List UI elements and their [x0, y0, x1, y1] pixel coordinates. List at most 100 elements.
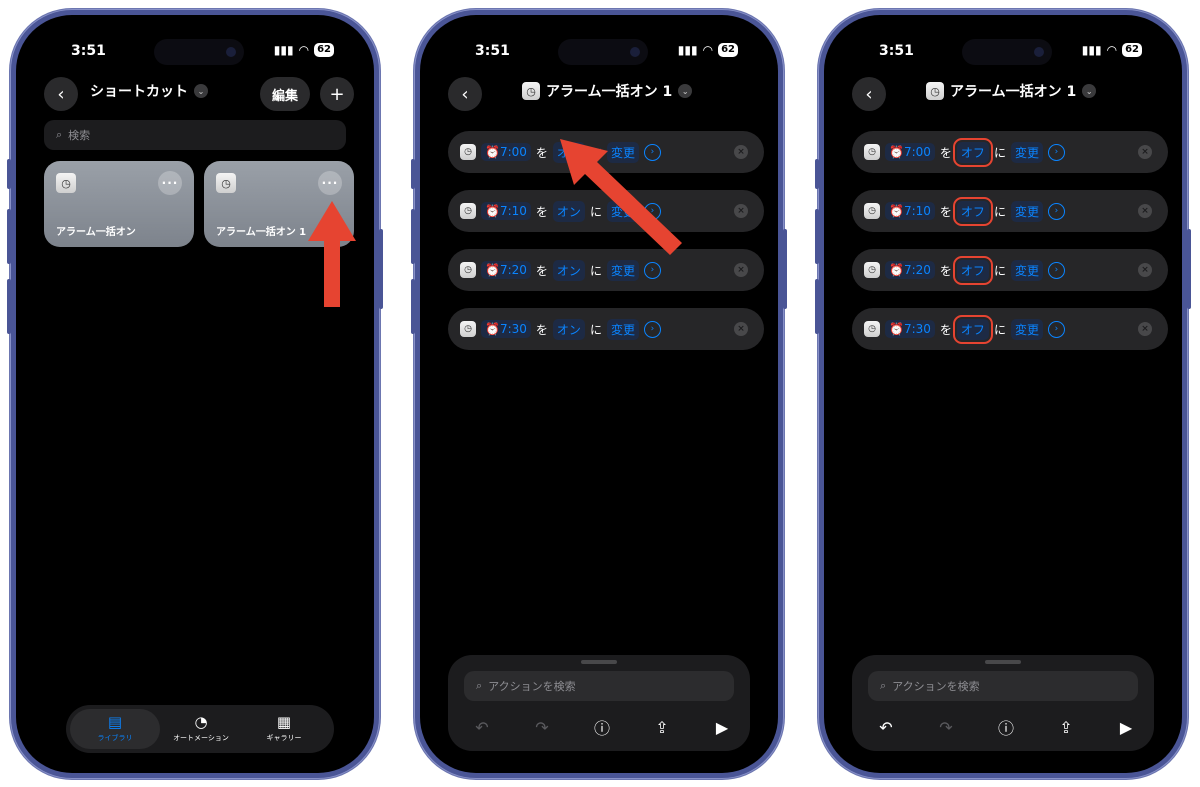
change-token[interactable]: 変更	[1010, 200, 1043, 222]
share-icon[interactable]: ⇪	[648, 713, 676, 741]
alarm-token[interactable]: ⏰7:00	[481, 143, 531, 161]
page-title[interactable]: ショートカット ⌄	[90, 81, 208, 101]
play-icon[interactable]: ▶	[708, 713, 736, 741]
sheet-grabber[interactable]	[581, 660, 617, 664]
alarm-token[interactable]: ⏰7:30	[885, 320, 935, 338]
tab-gallery[interactable]: ▦ ギャラリー	[244, 709, 324, 749]
alarm-token[interactable]: ⏰7:10	[885, 202, 935, 220]
alarm-token[interactable]: ⏰7:10	[481, 202, 531, 220]
change-token[interactable]: 変更	[606, 259, 639, 281]
alarm-icon: ⏰	[889, 322, 904, 336]
change-token[interactable]: 変更	[606, 318, 639, 340]
alarm-icon: ⏰	[485, 263, 500, 277]
state-token[interactable]: オフ	[952, 137, 993, 167]
back-button[interactable]: ‹	[44, 77, 78, 111]
search-input[interactable]: ⌕ 検索	[44, 120, 346, 150]
battery-indicator: 62	[1122, 43, 1142, 57]
signal-icon: ▮▮▮	[677, 43, 698, 57]
info-icon[interactable]: ⓘ	[588, 713, 616, 741]
action-row[interactable]: ◷ ⏰7:20 を オフ に 変更 › ×	[852, 249, 1168, 291]
clock-app-icon: ◷	[460, 262, 476, 278]
back-button[interactable]: ‹	[448, 77, 482, 111]
chevron-left-icon: ‹	[865, 83, 873, 105]
state-token[interactable]: オフ	[952, 255, 993, 285]
sheet-grabber[interactable]	[985, 660, 1021, 664]
alarm-icon: ⏰	[889, 204, 904, 218]
alarm-token[interactable]: ⏰7:30	[481, 320, 531, 338]
state-token[interactable]: オフ	[952, 314, 993, 344]
expand-chevron-icon[interactable]: ›	[643, 320, 661, 338]
change-token[interactable]: 変更	[1010, 141, 1043, 163]
info-icon[interactable]: ⓘ	[992, 713, 1020, 741]
add-button[interactable]: +	[320, 77, 354, 111]
alarm-icon: ⏰	[485, 145, 500, 159]
remove-icon[interactable]: ×	[1138, 263, 1152, 277]
action-search-input[interactable]: ⌕ アクションを検索	[868, 671, 1138, 701]
action-search-input[interactable]: ⌕ アクションを検索	[464, 671, 734, 701]
gallery-grid-icon: ▦	[276, 713, 292, 731]
action-row[interactable]: ◷ ⏰7:30 を オン に 変更 › ×	[448, 308, 764, 350]
more-icon[interactable]: ···	[318, 171, 342, 195]
action-row[interactable]: ◷ ⏰7:10 を オフ に 変更 › ×	[852, 190, 1168, 232]
action-row[interactable]: ◷ ⏰7:30 を オフ に 変更 › ×	[852, 308, 1168, 350]
chevron-left-icon: ‹	[461, 83, 469, 105]
expand-chevron-icon[interactable]: ›	[1047, 261, 1065, 279]
remove-icon[interactable]: ×	[734, 145, 748, 159]
expand-chevron-icon[interactable]: ›	[1047, 143, 1065, 161]
alarm-token[interactable]: ⏰7:20	[885, 261, 935, 279]
shortcut-card[interactable]: ◷ ··· アラーム一括オン	[44, 161, 194, 247]
clock-app-icon: ◷	[460, 203, 476, 219]
expand-chevron-icon[interactable]: ›	[1047, 202, 1065, 220]
change-token[interactable]: 変更	[1010, 259, 1043, 281]
state-token[interactable]: オン	[552, 318, 585, 340]
action-sheet: ⌕ アクションを検索 ↶ ↷ ⓘ ⇪ ▶	[852, 655, 1154, 751]
signal-icon: ▮▮▮	[273, 43, 294, 57]
remove-icon[interactable]: ×	[1138, 322, 1152, 336]
status-bar: 3:51 ▮▮▮ ◠ 62	[824, 39, 1182, 65]
remove-icon[interactable]: ×	[734, 204, 748, 218]
alarm-icon: ⏰	[889, 263, 904, 277]
automation-clock-icon: ◔	[194, 713, 208, 731]
dynamic-island	[154, 39, 244, 65]
action-row[interactable]: ◷ ⏰7:20 を オン に 変更 › ×	[448, 249, 764, 291]
expand-chevron-icon[interactable]: ›	[643, 261, 661, 279]
action-row[interactable]: ◷ ⏰7:00 を オフ に 変更 › ×	[852, 131, 1168, 173]
screen: 3:51 ▮▮▮ ◠ 62 ‹ ショートカット ⌄ 編集 + ⌕ 検索 ◷ ··…	[16, 15, 374, 773]
clock-app-icon: ◷	[864, 262, 880, 278]
tab-library[interactable]: ▤ ライブラリ	[70, 709, 160, 749]
redo-icon[interactable]: ↷	[932, 713, 960, 741]
remove-icon[interactable]: ×	[734, 263, 748, 277]
search-icon: ⌕	[476, 679, 483, 692]
remove-icon[interactable]: ×	[734, 322, 748, 336]
phone-editor-on: 3:51 ▮▮▮ ◠ 62 ‹ ◷ アラーム一括オン 1 ⌄ ◷ ⏰7:00 を…	[411, 9, 787, 779]
more-icon[interactable]: ···	[158, 171, 182, 195]
page-title[interactable]: ◷ アラーム一括オン 1 ⌄	[926, 81, 1097, 101]
alarm-token[interactable]: ⏰7:00	[885, 143, 935, 161]
clock-app-icon: ◷	[864, 321, 880, 337]
state-token[interactable]: オフ	[952, 196, 993, 226]
chevron-down-icon: ⌄	[678, 84, 693, 98]
play-icon[interactable]: ▶	[1112, 713, 1140, 741]
clock-app-icon: ◷	[522, 82, 540, 100]
clock-app-icon: ◷	[926, 82, 944, 100]
red-arrow-annotation	[308, 201, 356, 307]
edit-button[interactable]: 編集	[260, 77, 311, 111]
tab-automation[interactable]: ◔ オートメーション	[162, 709, 240, 749]
remove-icon[interactable]: ×	[1138, 204, 1152, 218]
page-title[interactable]: ◷ アラーム一括オン 1 ⌄	[522, 81, 693, 101]
undo-icon[interactable]: ↶	[468, 713, 496, 741]
dynamic-island	[962, 39, 1052, 65]
phone-library: 3:51 ▮▮▮ ◠ 62 ‹ ショートカット ⌄ 編集 + ⌕ 検索 ◷ ··…	[7, 9, 383, 779]
back-button[interactable]: ‹	[852, 77, 886, 111]
undo-icon[interactable]: ↶	[872, 713, 900, 741]
screen: 3:51 ▮▮▮ ◠ 62 ‹ ◷ アラーム一括オン 1 ⌄ ◷ ⏰7:00 を…	[420, 15, 778, 773]
state-token[interactable]: オン	[552, 259, 585, 281]
change-token[interactable]: 変更	[1010, 318, 1043, 340]
redo-icon[interactable]: ↷	[528, 713, 556, 741]
share-icon[interactable]: ⇪	[1052, 713, 1080, 741]
status-time: 3:51	[475, 43, 510, 59]
remove-icon[interactable]: ×	[1138, 145, 1152, 159]
clock-app-icon: ◷	[460, 321, 476, 337]
expand-chevron-icon[interactable]: ›	[1047, 320, 1065, 338]
alarm-token[interactable]: ⏰7:20	[481, 261, 531, 279]
